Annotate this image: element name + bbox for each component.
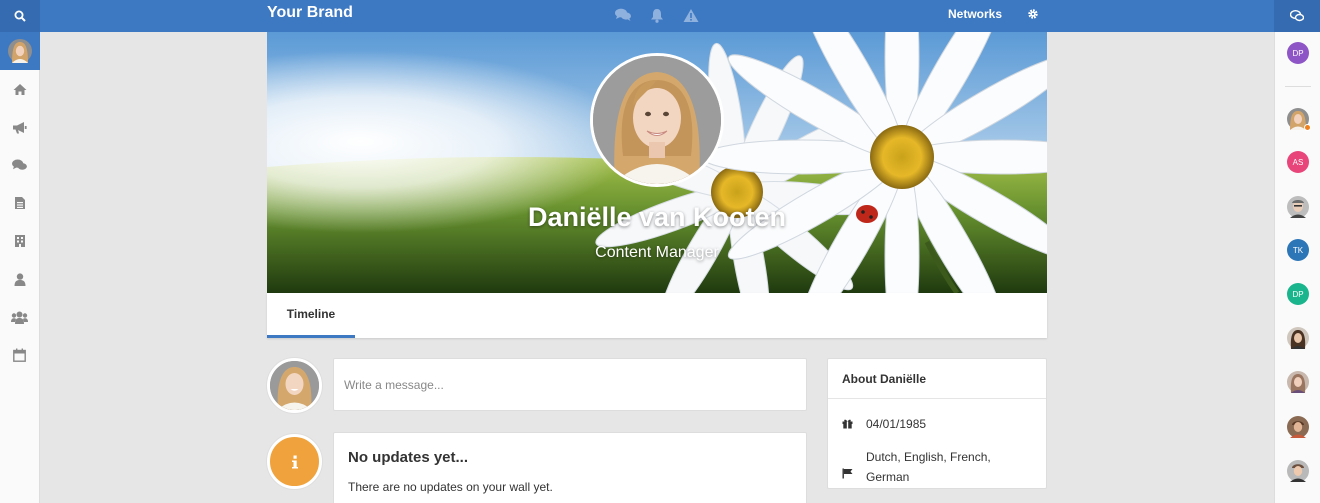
contact-initials-badge: DP [1287, 283, 1309, 305]
empty-updates-title: No updates yet... [348, 449, 469, 466]
comments-icon[interactable] [614, 6, 632, 24]
nav-home[interactable] [0, 70, 39, 108]
nav-calendar[interactable] [0, 336, 39, 374]
flag-icon [842, 447, 866, 487]
avatar [270, 361, 319, 410]
top-navbar: Your Brand Networks [0, 0, 1320, 32]
nav-announcements[interactable] [0, 108, 39, 146]
contact-avatar[interactable]: TK [1287, 239, 1309, 261]
contact-avatar[interactable]: DP [1287, 283, 1309, 305]
info-badge [267, 434, 322, 489]
contact-avatar[interactable] [1287, 371, 1309, 393]
contact-initials-badge: AS [1287, 151, 1309, 173]
contact-initials-badge: DP [1287, 42, 1309, 64]
contact-initials-badge: TK [1287, 239, 1309, 261]
contact-initials: AS [1292, 157, 1304, 167]
avatar [1287, 371, 1309, 393]
left-sidebar [0, 32, 40, 503]
birthday-row: 04/01/1985 [842, 417, 926, 431]
avatar [593, 56, 721, 184]
comments-icon [12, 159, 27, 170]
nav-conversations[interactable] [0, 146, 39, 184]
right-sidebar-contacts: DP AS TK DP [1274, 32, 1320, 503]
contact-avatar[interactable]: AS [1287, 151, 1309, 173]
contact-avatar[interactable] [1287, 416, 1309, 438]
empty-updates-text: There are no updates on your wall yet. [348, 480, 553, 494]
megaphone-icon [13, 121, 27, 133]
nav-groups[interactable] [0, 298, 39, 336]
post-composer [333, 358, 807, 411]
profile-tabs: Timeline [267, 293, 1047, 338]
main-nav [0, 70, 39, 374]
tab-timeline[interactable]: Timeline [267, 293, 355, 338]
notification-icons [614, 6, 700, 24]
chat-icon [1290, 10, 1304, 22]
user-icon [14, 272, 25, 286]
profile-photo[interactable] [590, 53, 724, 187]
languages-value: Dutch, English, French, German [866, 447, 991, 487]
languages-line-2: German [866, 470, 910, 484]
about-card: About Daniëlle 04/01/1985 Dutch, English… [827, 358, 1047, 489]
nav-profile[interactable] [0, 260, 39, 298]
contact-avatar[interactable] [1287, 460, 1309, 482]
home-icon [13, 83, 26, 95]
avatar [1287, 460, 1309, 482]
nav-documents[interactable] [0, 184, 39, 222]
contact-initials: DP [1292, 289, 1304, 299]
contact-avatar[interactable]: DP [1287, 42, 1309, 64]
search-button[interactable] [0, 0, 40, 32]
profile-name: Daniëlle van Kooten [527, 202, 787, 232]
document-icon [14, 197, 25, 209]
languages-row: Dutch, English, French, German [842, 447, 991, 487]
bell-icon[interactable] [648, 6, 666, 24]
message-input[interactable] [334, 359, 806, 410]
chat-button[interactable] [1274, 0, 1320, 32]
avatar [1287, 416, 1309, 438]
avatar [1287, 327, 1309, 349]
avatar [1287, 196, 1309, 218]
contact-avatar[interactable] [1287, 108, 1311, 131]
about-title: About Daniëlle [828, 359, 1046, 399]
contact-avatar[interactable] [1287, 196, 1309, 218]
avatar [8, 39, 32, 63]
current-user-avatar[interactable] [0, 32, 40, 70]
contact-avatar[interactable] [1287, 327, 1309, 349]
languages-line-1: Dutch, English, French, [866, 450, 991, 464]
nav-company[interactable] [0, 222, 39, 260]
calendar-icon [13, 348, 26, 362]
gear-icon [1028, 9, 1038, 19]
gift-icon [842, 417, 866, 431]
brand-logo[interactable]: Your Brand [267, 4, 353, 22]
networks-link[interactable]: Networks [948, 7, 1002, 21]
settings-button[interactable] [1025, 6, 1041, 22]
profile-cover: Daniëlle van Kooten Content Manager [267, 32, 1047, 293]
contact-initials: TK [1292, 245, 1304, 255]
warning-icon[interactable] [682, 6, 700, 24]
users-icon [11, 311, 28, 324]
building-icon [14, 235, 25, 247]
info-icon [291, 455, 298, 468]
empty-updates-card: No updates yet... There are no updates o… [333, 432, 807, 503]
profile-role: Content Manager [595, 244, 719, 261]
search-icon [14, 10, 26, 22]
contacts-divider [1285, 86, 1311, 87]
birthday-value: 04/01/1985 [866, 417, 927, 431]
online-status-dot [1304, 124, 1311, 131]
composer-avatar [267, 358, 322, 413]
contact-initials: DP [1292, 48, 1304, 58]
